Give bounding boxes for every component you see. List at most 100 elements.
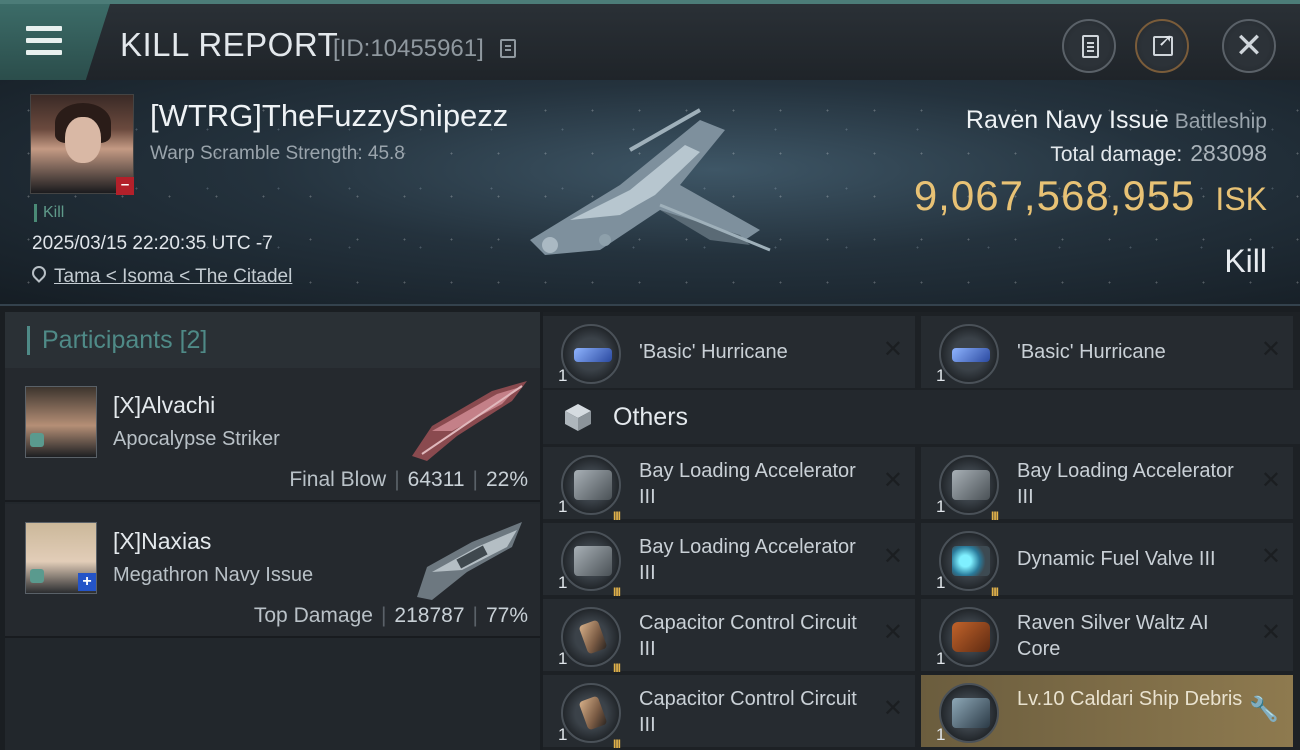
total-damage-label: Total damage: xyxy=(1050,143,1183,166)
participant-row[interactable]: [X]Alvachi Apocalypse Striker Final Blow… xyxy=(5,368,540,502)
hurricane-drone-icon xyxy=(561,324,621,384)
participant-damage: 64311 xyxy=(407,468,465,491)
item-quantity: 1 xyxy=(936,366,946,385)
share-icon xyxy=(1153,30,1173,56)
wrench-icon[interactable]: 🔧 xyxy=(1249,695,1279,724)
isk-unit: ISK xyxy=(1215,181,1267,217)
friendly-plus-badge: + xyxy=(78,573,96,591)
kill-summary-banner: – [WTRG]TheFuzzySnipezz Warp Scramble St… xyxy=(0,80,1300,306)
raven-navy-issue-ship-image xyxy=(530,108,771,255)
kill-location-link[interactable]: Tama < Isoma < The Citadel xyxy=(54,266,292,288)
close-button[interactable]: ✕ xyxy=(1222,19,1276,73)
item-name: Capacitor Control Circuit III xyxy=(639,612,857,660)
item-quantity: 1 xyxy=(558,725,568,744)
item-quantity: 1 xyxy=(936,725,946,744)
participant-stats: Final Blow | 64311 | 22% xyxy=(289,468,528,491)
remove-icon[interactable]: ✕ xyxy=(883,545,903,569)
lost-ship-name[interactable]: Raven Navy Issue Battleship xyxy=(966,106,1267,135)
isk-value: 9,067,568,955 ISK xyxy=(914,172,1267,220)
hurricane-drone-icon xyxy=(939,324,999,384)
item-row[interactable]: III 1 Dynamic Fuel Valve III ✕ xyxy=(921,523,1293,599)
clipboard-icon xyxy=(1082,35,1099,58)
item-name: Lv.10 Caldari Ship Debris xyxy=(1017,688,1243,710)
top-bar: KILL REPORT [ID:10455961] ✕ xyxy=(0,0,1300,80)
remove-icon[interactable]: ✕ xyxy=(883,621,903,645)
share-button[interactable] xyxy=(1135,19,1189,73)
remove-icon[interactable]: ✕ xyxy=(1261,338,1281,362)
meta-level-tag: III xyxy=(613,509,621,523)
item-row[interactable]: III 1 Bay Loading Accelerator III ✕ xyxy=(543,447,915,523)
item-row[interactable]: III 1 Bay Loading Accelerator III ✕ xyxy=(921,447,1293,523)
clipboard-button[interactable] xyxy=(1062,19,1116,73)
item-row-highlighted[interactable]: 1 Lv.10 Caldari Ship Debris 🔧 xyxy=(921,675,1293,747)
page-title: KILL REPORT xyxy=(120,26,339,63)
item-quantity: 1 xyxy=(558,366,568,385)
item-quantity: 1 xyxy=(558,497,568,516)
meta-level-tag: III xyxy=(613,737,621,750)
ai-core-icon xyxy=(939,607,999,667)
participant-row[interactable]: + [X]Naxias Megathron Navy Issue Top Dam… xyxy=(5,504,540,638)
item-quantity: 1 xyxy=(936,573,946,592)
remove-icon[interactable]: ✕ xyxy=(883,697,903,721)
item-name: 'Basic' Hurricane xyxy=(639,341,788,363)
lost-ship-class: Battleship xyxy=(1174,110,1267,133)
item-row[interactable]: III 1 Capacitor Control Circuit III ✕ xyxy=(543,675,915,750)
item-name: Capacitor Control Circuit III xyxy=(639,688,857,736)
participants-header: Participants [2] xyxy=(5,312,540,368)
meta-level-tag: III xyxy=(613,661,621,675)
item-row[interactable]: 1 Raven Silver Waltz AI Core ✕ xyxy=(921,599,1293,671)
participant-role: Final Blow xyxy=(289,468,387,491)
participant-ship: Apocalypse Striker xyxy=(113,428,280,450)
corp-badge-icon xyxy=(30,433,44,447)
remove-icon[interactable]: ✕ xyxy=(883,338,903,362)
others-label: Others xyxy=(613,403,689,431)
ship-debris-icon xyxy=(939,683,999,743)
item-quantity: 1 xyxy=(936,497,946,516)
participant-ship: Megathron Navy Issue xyxy=(113,564,314,586)
victim-pilot-name[interactable]: [WTRG]TheFuzzySnipezz xyxy=(150,98,508,134)
item-quantity: 1 xyxy=(558,573,568,592)
launcher-module-icon: III xyxy=(561,531,621,599)
item-row[interactable]: 1 'Basic' Hurricane ✕ xyxy=(543,316,915,388)
meta-level-tag: III xyxy=(991,509,999,523)
others-section-header: Others xyxy=(543,390,1300,444)
close-icon: ✕ xyxy=(1234,27,1264,65)
remove-icon[interactable]: ✕ xyxy=(883,469,903,493)
hostile-badge: – xyxy=(116,177,134,195)
participant-name: [X]Naxias xyxy=(113,528,212,554)
launcher-module-icon: III xyxy=(939,455,999,523)
item-quantity: 1 xyxy=(936,649,946,668)
lost-ship-type: Raven Navy Issue xyxy=(965,106,1169,134)
item-name: 'Basic' Hurricane xyxy=(1017,341,1166,363)
remove-icon[interactable]: ✕ xyxy=(1261,621,1281,645)
hamburger-menu-icon[interactable] xyxy=(26,26,62,56)
participant-damage: 218787 xyxy=(394,604,465,627)
participant-avatar[interactable]: + xyxy=(25,522,97,594)
participants-panel: Participants [2] [X]Alvachi Apocalypse S… xyxy=(5,312,540,750)
item-row[interactable]: III 1 Bay Loading Accelerator III ✕ xyxy=(543,523,915,599)
corp-badge-icon xyxy=(30,569,44,583)
remove-icon[interactable]: ✕ xyxy=(1261,545,1281,569)
total-damage: Total damage: 283098 xyxy=(1050,140,1267,167)
report-id: [ID:10455961] xyxy=(333,35,484,62)
item-row[interactable]: III 1 Capacitor Control Circuit III ✕ xyxy=(543,599,915,675)
capacitor-rig-icon: III xyxy=(561,683,621,750)
participants-title: Participants [2] xyxy=(27,326,207,355)
copy-id-icon[interactable] xyxy=(500,39,516,58)
item-name: Raven Silver Waltz AI Core xyxy=(1017,612,1209,660)
participant-avatar[interactable] xyxy=(25,386,97,458)
item-row[interactable]: 1 'Basic' Hurricane ✕ xyxy=(921,316,1293,388)
menu-block[interactable] xyxy=(0,4,110,80)
participants-count: [2] xyxy=(179,326,208,354)
participant-role: Top Damage xyxy=(253,604,373,627)
isk-amount: 9,067,568,955 xyxy=(913,172,1196,219)
participant-name: [X]Alvachi xyxy=(113,392,216,418)
megathron-navy-issue-ship-image xyxy=(417,522,522,600)
participant-stats: Top Damage | 218787 | 77% xyxy=(253,604,528,627)
item-name: Bay Loading Accelerator III xyxy=(639,536,856,584)
participant-percent: 22% xyxy=(485,468,528,491)
kill-datetime: 2025/03/15 22:20:35 UTC -7 xyxy=(32,233,273,254)
remove-icon[interactable]: ✕ xyxy=(1261,469,1281,493)
item-quantity: 1 xyxy=(558,649,568,668)
apocalypse-striker-ship-image xyxy=(412,381,527,461)
